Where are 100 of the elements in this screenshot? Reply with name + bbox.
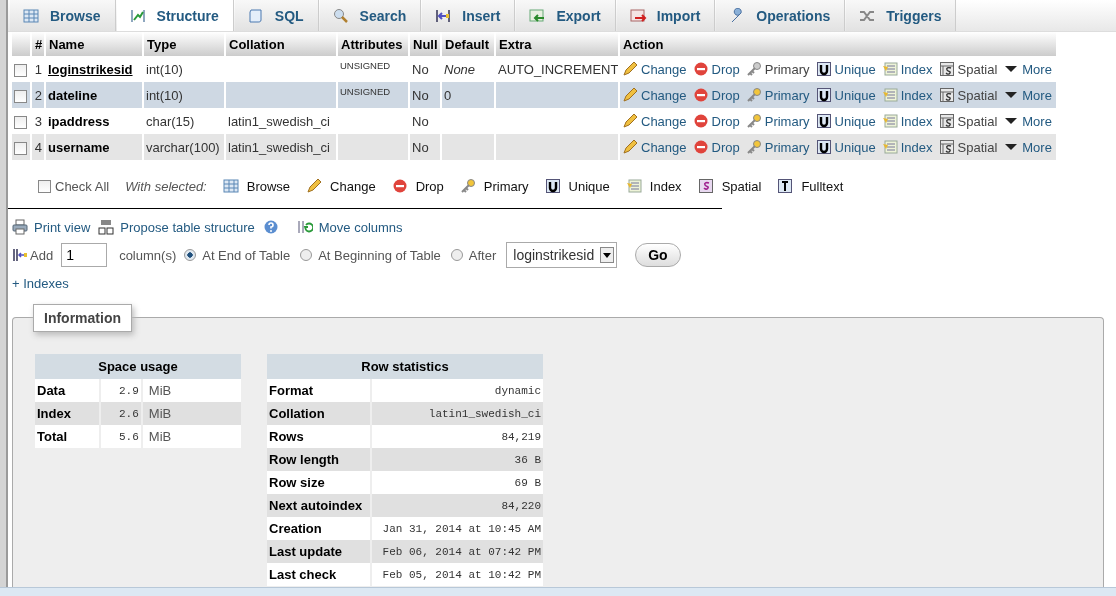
action-link[interactable]: Unique	[815, 113, 876, 129]
action-link[interactable]: Index	[881, 139, 933, 155]
index-icon	[881, 113, 898, 129]
action-link[interactable]: Index	[881, 87, 933, 103]
row-value: Feb 06, 2014 at 07:42 PM	[381, 544, 542, 560]
tab[interactable]: SQL	[234, 0, 319, 31]
pencil-icon	[622, 113, 638, 129]
action-link[interactable]: Drop	[692, 61, 740, 77]
unit-label: column(s)	[119, 247, 177, 263]
pencil-icon	[306, 178, 323, 194]
action-link[interactable]: More	[1003, 61, 1052, 77]
bulk-action[interactable]: Unique	[544, 178, 610, 194]
action-link[interactable]: More	[1003, 139, 1052, 155]
index-icon	[881, 61, 898, 77]
column-header: Type	[144, 32, 224, 56]
bulk-action[interactable]: Drop	[391, 178, 444, 194]
row-checkbox[interactable]	[14, 141, 27, 155]
tab[interactable]: Triggers	[846, 0, 957, 31]
action-link[interactable]: Change	[622, 87, 687, 103]
panel-legend: Information	[33, 304, 132, 332]
row-value: 69 B	[513, 475, 542, 491]
column-name: ipaddress	[48, 113, 110, 129]
action-link[interactable]: Primary	[745, 113, 810, 129]
add-label: Add	[30, 247, 54, 263]
column-name: dateline	[48, 87, 98, 103]
position-radio[interactable]: After	[450, 247, 497, 263]
pencil-icon	[622, 139, 638, 155]
check-all[interactable]: Check All	[38, 178, 110, 194]
tab[interactable]: Operations	[716, 0, 846, 31]
unit-text: MiB	[147, 405, 173, 423]
drop-icon	[692, 139, 709, 155]
row-label: Row length	[268, 451, 341, 469]
row-label: Rows	[268, 428, 305, 446]
fulltext-icon	[777, 178, 794, 194]
action-link[interactable]: Index	[881, 113, 933, 129]
column-header: Collation	[226, 32, 336, 56]
position-radio[interactable]: At Beginning of Table	[300, 247, 441, 263]
table-cell-text: int(10)	[145, 86, 184, 105]
help-icon	[262, 219, 279, 235]
tab[interactable]: Browse	[10, 0, 116, 31]
row-checkbox[interactable]	[14, 89, 27, 103]
tab[interactable]: Export	[516, 0, 616, 31]
key-icon	[459, 178, 476, 194]
action-link[interactable]: Unique	[815, 87, 876, 103]
bulk-action[interactable]: Fulltext	[777, 178, 844, 194]
table-cell-text: No	[411, 60, 430, 79]
link[interactable]: Print view	[12, 219, 91, 235]
row-label: Last check	[268, 566, 338, 584]
unique-icon	[815, 87, 832, 103]
action-link[interactable]: Primary	[745, 87, 810, 103]
link[interactable]: Move columns	[296, 219, 403, 235]
row-label: Row size	[268, 474, 326, 492]
bulk-action[interactable]: Index	[625, 178, 682, 194]
column-count-field[interactable]: 1	[61, 243, 108, 267]
link[interactable]: Propose table structure	[98, 219, 255, 235]
attributes-text: UNSIGNED	[340, 59, 391, 71]
attributes-text: UNSIGNED	[340, 85, 391, 97]
tab[interactable]: Structure	[116, 0, 234, 31]
row-value: 2.6	[118, 406, 140, 422]
tab[interactable]: Insert	[422, 0, 516, 31]
action-link[interactable]: Change	[622, 139, 687, 155]
pencil-icon	[622, 61, 638, 77]
default-text: None	[444, 61, 476, 77]
row-label: Index	[36, 405, 72, 423]
structure-icon	[128, 7, 147, 24]
bulk-action[interactable]: Primary	[459, 178, 529, 194]
unique-icon	[815, 113, 832, 129]
action-link[interactable]: Primary	[745, 139, 810, 155]
go-button[interactable]: Go	[635, 243, 681, 267]
action-link[interactable]: Index	[881, 61, 933, 77]
tab[interactable]: Import	[616, 0, 716, 31]
indexes-link[interactable]: + Indexes	[12, 275, 69, 291]
insert-icon	[434, 7, 453, 24]
bulk-action[interactable]: Change	[306, 178, 376, 194]
row-checkbox[interactable]	[14, 115, 27, 129]
search-icon	[331, 7, 350, 24]
action-link[interactable]: More	[1003, 87, 1052, 103]
column-header: Attributes	[338, 32, 408, 56]
table-cell-text: No	[411, 112, 430, 131]
row-label: Creation	[268, 520, 323, 538]
table-cell-text: char(15)	[145, 112, 196, 131]
action-link[interactable]: Unique	[815, 61, 876, 77]
export-icon	[528, 7, 547, 24]
row-checkbox[interactable]	[14, 63, 27, 77]
action-link[interactable]: Unique	[815, 139, 876, 155]
bulk-action[interactable]: Spatial	[697, 178, 762, 194]
action-link[interactable]: Drop	[692, 139, 740, 155]
after-column-select[interactable]: loginstrikesid	[506, 242, 618, 268]
action-link[interactable]: Drop	[692, 113, 740, 129]
column-name: loginstrikesid	[48, 61, 133, 77]
action-link[interactable]: More	[1003, 113, 1052, 129]
tab[interactable]: Search	[319, 0, 422, 31]
action-link[interactable]: Change	[622, 61, 687, 77]
table-cell-text: varchar(100)	[145, 138, 221, 157]
position-radio[interactable]: At End of Table	[184, 247, 291, 263]
table-cell-text: 4	[33, 138, 43, 157]
unit-text: MiB	[147, 382, 173, 400]
action-link[interactable]: Drop	[692, 87, 740, 103]
action-link[interactable]: Change	[622, 113, 687, 129]
bulk-action[interactable]: Browse	[222, 178, 291, 194]
